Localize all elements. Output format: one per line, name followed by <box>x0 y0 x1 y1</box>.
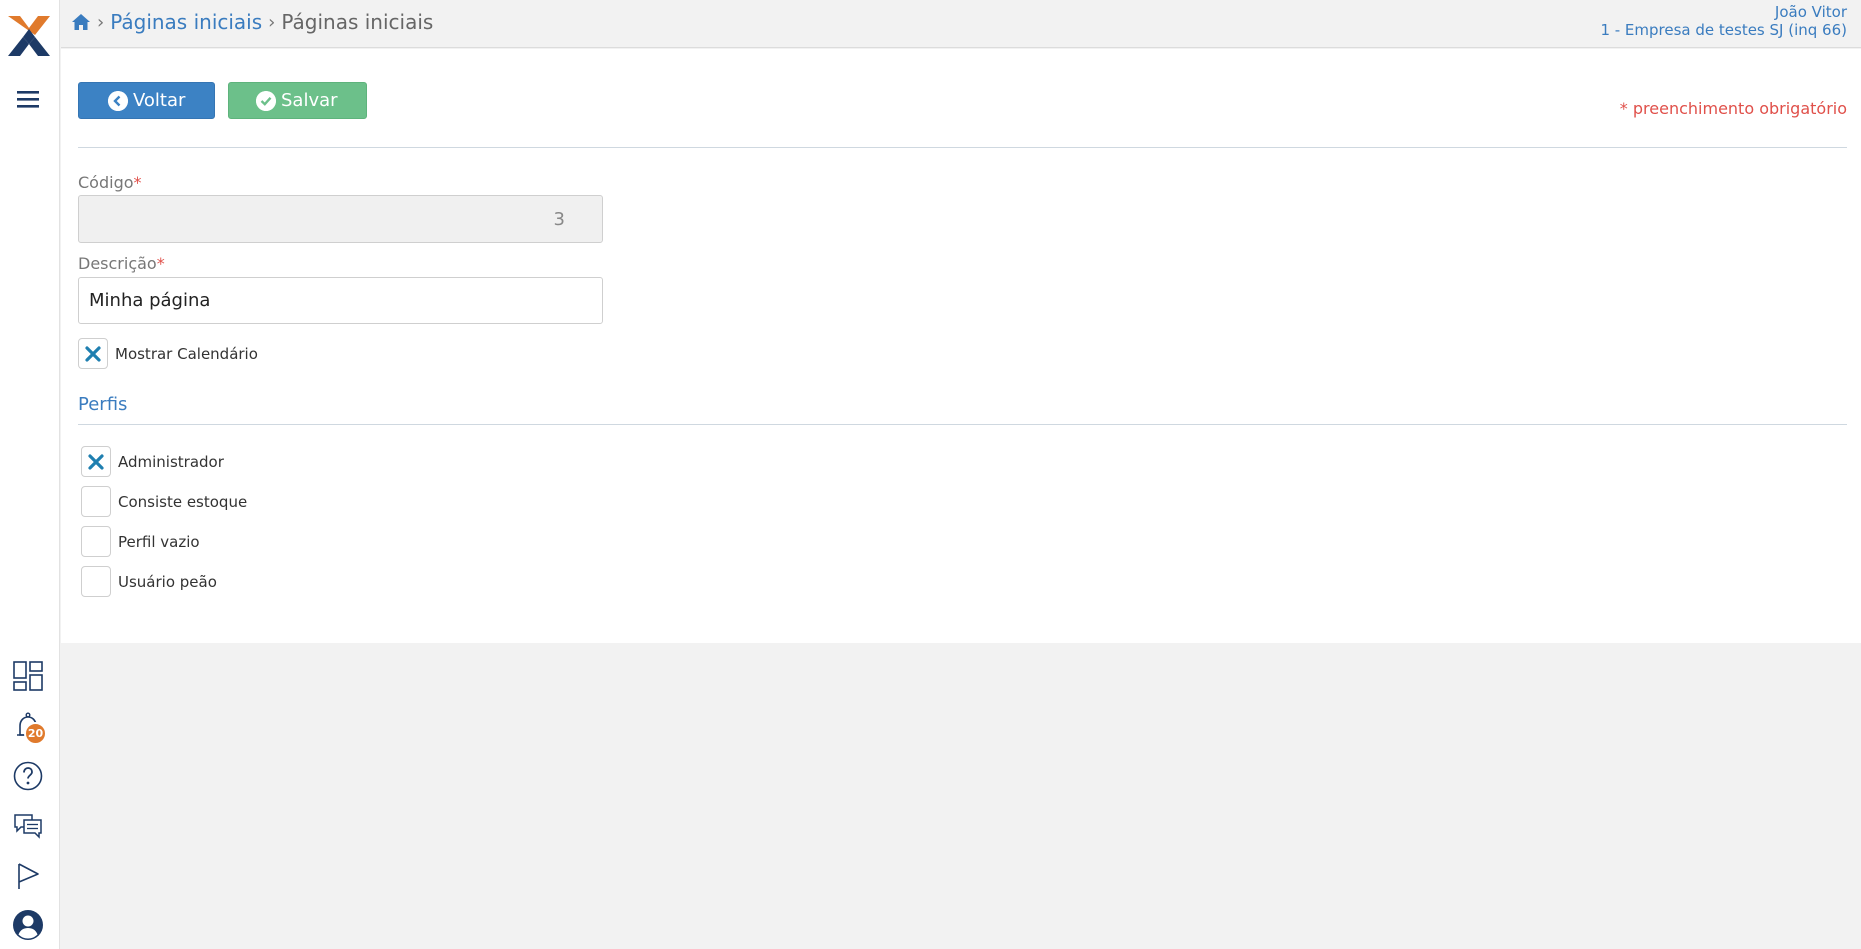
save-button[interactable]: Salvar <box>228 82 367 119</box>
checkbox-box[interactable] <box>81 446 111 477</box>
descricao-value: Minha página <box>89 290 211 311</box>
user-name: João Vitor <box>1774 3 1847 21</box>
back-button[interactable]: Voltar <box>78 82 215 119</box>
divider <box>78 424 1847 425</box>
codigo-value: 3 <box>553 208 565 230</box>
perfil-checkbox-consiste-estoque[interactable]: Consiste estoque <box>81 486 247 517</box>
perfil-label: Perfil vazio <box>118 532 200 551</box>
descricao-field[interactable]: Minha página <box>78 277 603 324</box>
check-circle-icon <box>256 91 276 111</box>
mostrar-calendario-label: Mostrar Calendário <box>115 344 258 363</box>
breadcrumb-current: Páginas iniciais <box>281 10 434 34</box>
perfil-label: Administrador <box>118 452 224 471</box>
codigo-label: Código* <box>78 173 142 192</box>
perfil-checkbox-administrador[interactable]: Administrador <box>81 446 224 477</box>
main-panel: Voltar Salvar * preenchimento obrigatóri… <box>61 49 1861 643</box>
breadcrumb: › Páginas iniciais › Páginas iniciais <box>71 10 433 34</box>
perfil-label: Usuário peão <box>118 572 217 591</box>
descricao-label: Descrição* <box>78 254 165 273</box>
chat-icon[interactable] <box>12 810 44 842</box>
user-icon[interactable] <box>12 909 44 941</box>
codigo-label-text: Código <box>78 173 134 192</box>
save-button-label: Salvar <box>281 90 338 111</box>
breadcrumb-link[interactable]: Páginas iniciais <box>110 10 262 34</box>
logo <box>8 16 50 56</box>
divider <box>78 147 1847 148</box>
chevron-left-circle-icon <box>108 91 128 111</box>
checkbox-box[interactable] <box>81 526 111 557</box>
home-icon[interactable] <box>71 12 91 32</box>
required-note: * preenchimento obrigatório <box>1619 99 1847 118</box>
check-x-icon <box>88 453 104 470</box>
perfis-title: Perfis <box>78 394 128 415</box>
mostrar-calendario-checkbox[interactable]: Mostrar Calendário <box>78 338 258 369</box>
check-x-icon <box>85 345 101 362</box>
codigo-field: 3 <box>78 195 603 243</box>
user-info[interactable]: João Vitor 1 - Empresa de testes SJ (inq… <box>1600 3 1847 39</box>
company-name: 1 - Empresa de testes SJ (inq 66) <box>1600 21 1847 39</box>
breadcrumb-separator: › <box>97 11 105 33</box>
back-button-label: Voltar <box>133 90 186 111</box>
descricao-label-text: Descrição <box>78 254 157 273</box>
sidebar: 20 <box>0 0 60 949</box>
dashboard-icon[interactable] <box>12 660 44 692</box>
perfil-checkbox-usuario-peao[interactable]: Usuário peão <box>81 566 217 597</box>
flag-icon[interactable] <box>12 860 44 892</box>
breadcrumb-separator: › <box>268 11 276 33</box>
help-icon[interactable] <box>12 760 44 792</box>
menu-icon[interactable] <box>14 86 42 112</box>
notification-badge: 20 <box>24 722 47 745</box>
perfil-label: Consiste estoque <box>118 492 248 511</box>
checkbox-box[interactable] <box>78 338 108 369</box>
topbar: › Páginas iniciais › Páginas iniciais Jo… <box>61 0 1861 48</box>
perfil-checkbox-perfil-vazio[interactable]: Perfil vazio <box>81 526 200 557</box>
checkbox-box[interactable] <box>81 566 111 597</box>
checkbox-box[interactable] <box>81 486 111 517</box>
required-mark: * <box>133 173 142 192</box>
required-mark: * <box>156 254 165 273</box>
